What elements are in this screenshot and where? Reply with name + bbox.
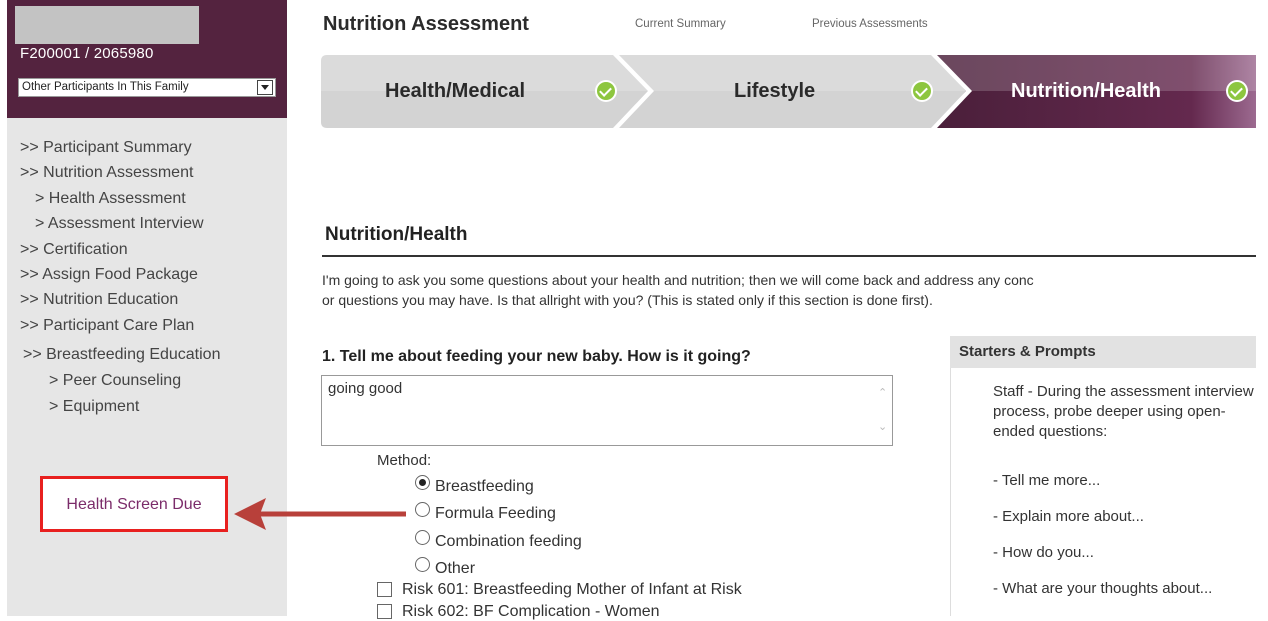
radio-label: Other: [435, 560, 476, 577]
assessment-steps: Health/Medical Lifestyle Nutrition/Healt…: [321, 55, 1256, 128]
question-1-label: 1. Tell me about feeding your new baby. …: [322, 348, 751, 365]
arrow-left-icon: [234, 498, 406, 530]
previous-assessments-link[interactable]: Previous Assessments: [812, 18, 928, 30]
radio-button-selected[interactable]: [415, 475, 430, 490]
nav-equipment[interactable]: > Equipment: [20, 394, 220, 419]
prompt-item: - What are your thoughts about...: [993, 580, 1213, 597]
step-nutrition-health[interactable]: Nutrition/Health: [1011, 80, 1161, 103]
nav-participant-care-plan[interactable]: >> Participant Care Plan: [20, 313, 220, 338]
family-select-value: Other Participants In This Family: [22, 81, 189, 93]
intro-line-1: I'm going to ask you some questions abou…: [322, 272, 1034, 288]
nav-participant-summary[interactable]: >> Participant Summary: [20, 135, 220, 160]
section-intro: I'm going to ask you some questions abou…: [322, 270, 1256, 310]
chevron-up-icon[interactable]: ⌃: [878, 386, 887, 399]
radio-label: Formula Feeding: [435, 505, 556, 522]
prompt-item: - How do you...: [993, 544, 1094, 561]
section-divider: [322, 255, 1256, 257]
risk-601-label: Risk 601: Breastfeeding Mother of Infant…: [402, 581, 742, 598]
check-icon: [597, 82, 615, 100]
nav-health-assessment[interactable]: > Health Assessment: [20, 186, 220, 211]
starters-prompts-title: Starters & Prompts: [959, 343, 1096, 360]
question-1-answer-field[interactable]: going good ⌃ ⌄: [321, 375, 893, 446]
radio-label: Breastfeeding: [435, 478, 534, 495]
method-label: Method:: [377, 452, 432, 469]
prompt-item: - Tell me more...: [993, 472, 1101, 489]
radio-button[interactable]: [415, 502, 430, 517]
radio-label: Combination feeding: [435, 533, 582, 550]
participant-name-redacted: [15, 6, 199, 44]
checkbox[interactable]: [377, 604, 392, 619]
nav-assessment-interview[interactable]: > Assessment Interview: [20, 211, 220, 236]
prompt-item: - Explain more about...: [993, 508, 1144, 525]
risk-602-label: Risk 602: BF Complication - Women: [402, 603, 660, 620]
section-title: Nutrition/Health: [325, 224, 468, 245]
participant-id: F200001 / 2065980: [20, 45, 154, 62]
health-screen-due-link[interactable]: Health Screen Due: [43, 496, 225, 514]
nav-nutrition-education[interactable]: >> Nutrition Education: [20, 287, 220, 312]
health-screen-due-callout[interactable]: Health Screen Due: [40, 476, 228, 532]
chevron-down-icon[interactable]: [257, 80, 273, 95]
step-lifestyle[interactable]: Lifestyle: [734, 80, 815, 103]
checkbox[interactable]: [377, 582, 392, 597]
step-health-medical[interactable]: Health/Medical: [385, 80, 525, 103]
nav-nutrition-assessment[interactable]: >> Nutrition Assessment: [20, 160, 220, 185]
family-members-select[interactable]: Other Participants In This Family: [18, 78, 276, 97]
check-icon: [913, 82, 931, 100]
answer-text: going good: [328, 380, 403, 397]
nav-breastfeeding-education[interactable]: >> Breastfeeding Education: [20, 338, 220, 368]
starters-intro: Staff - During the assessment interview …: [993, 383, 1254, 440]
radio-button[interactable]: [415, 557, 430, 572]
textarea-scrollbar[interactable]: ⌃ ⌄: [874, 376, 892, 445]
nav-assign-food-package[interactable]: >> Assign Food Package: [20, 262, 220, 287]
check-icon: [1228, 82, 1246, 100]
current-summary-link[interactable]: Current Summary: [635, 18, 726, 30]
sidebar-nav: >> Participant Summary >> Nutrition Asse…: [20, 135, 220, 419]
nav-peer-counseling[interactable]: > Peer Counseling: [20, 368, 220, 393]
participant-header: F200001 / 2065980 Other Participants In …: [7, 0, 287, 118]
intro-line-2: or questions you may have. Is that allri…: [322, 292, 933, 308]
radio-button[interactable]: [415, 530, 430, 545]
starters-prompts-header: Starters & Prompts: [950, 336, 1256, 368]
chevron-down-icon[interactable]: ⌄: [878, 420, 887, 433]
page-title: Nutrition Assessment: [323, 13, 529, 35]
nav-certification[interactable]: >> Certification: [20, 237, 220, 262]
